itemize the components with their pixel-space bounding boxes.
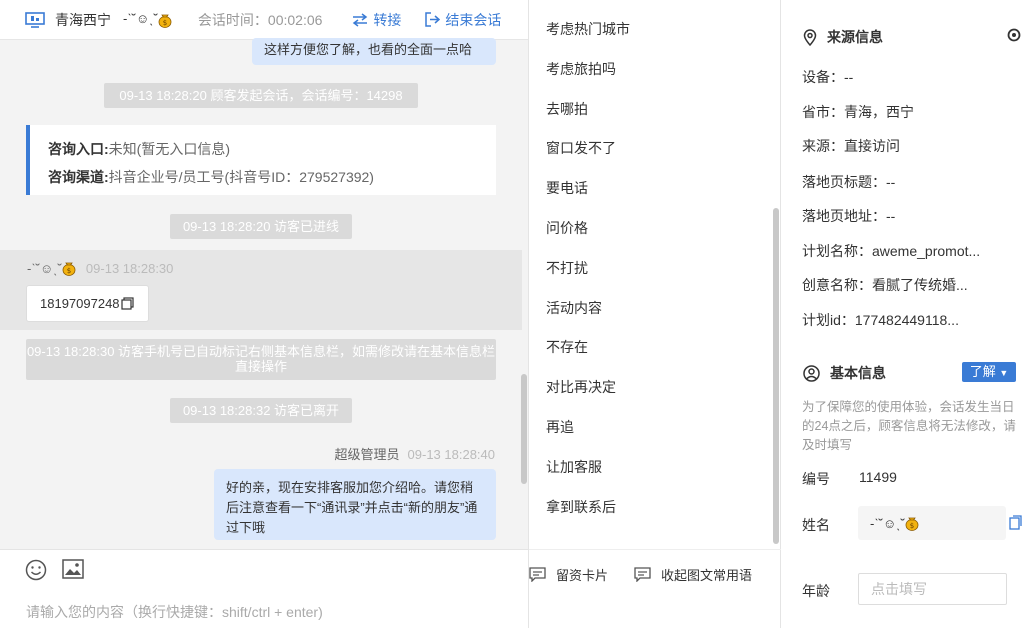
quick-reply-scrollbar[interactable] bbox=[773, 208, 779, 544]
entry-row: 咨询入口:未知(暂无入口信息) bbox=[48, 141, 230, 157]
exit-icon bbox=[425, 12, 441, 27]
quick-reply-item[interactable]: 去哪拍 bbox=[546, 90, 630, 130]
info-notice: 为了保障您的使用体验，会话发生当日的24点之后，顾客信息将无法修改，请及时填写 bbox=[802, 400, 1016, 452]
visitor-phone-message: 18197097248 bbox=[26, 285, 149, 322]
chat-scrollbar[interactable] bbox=[521, 374, 527, 484]
system-message: 09-13 18:28:20 访客已进线 bbox=[170, 214, 352, 239]
quick-reply-item[interactable]: 考虑旅拍吗 bbox=[546, 50, 630, 90]
collapse-phrases-button[interactable]: 收起图文常用语 bbox=[634, 565, 752, 584]
info-landing-url: 落地页地址：-- bbox=[802, 208, 896, 224]
transfer-icon bbox=[353, 12, 368, 27]
quick-reply-item[interactable]: 要电话 bbox=[546, 169, 630, 209]
quick-reply-item[interactable]: 让加客服 bbox=[546, 448, 630, 488]
chat-panel: 青海西宁 -ˋ˘☺ˎ˘ $ 会话时间：00:02:06 转接 结束会话 这样方便您… bbox=[0, 0, 529, 628]
emoji-icon[interactable] bbox=[25, 559, 47, 581]
age-label: 年龄 bbox=[802, 583, 830, 599]
quick-reply-item[interactable]: 活动内容 bbox=[546, 289, 630, 329]
name-label: 姓名 bbox=[802, 517, 830, 533]
info-province-city: 省市：青海，西宁 bbox=[802, 104, 914, 120]
money-bag-icon: $ bbox=[905, 517, 919, 531]
money-bag-icon: $ bbox=[158, 14, 172, 28]
system-message: 09-13 18:28:30 访客手机号已自动标记右侧基本信息栏，如需修改请在基… bbox=[26, 339, 496, 380]
number-value: 11499 bbox=[859, 469, 897, 485]
svg-text:$: $ bbox=[163, 19, 167, 27]
info-creative-name: 创意名称：看腻了传统婚... bbox=[802, 277, 968, 293]
quick-reply-item[interactable]: 拿到联系后 bbox=[546, 488, 630, 528]
channel-row: 咨询渠道:抖音企业号/员工号(抖音号ID：279527392) bbox=[48, 169, 374, 185]
info-source: 来源：直接访问 bbox=[802, 138, 900, 154]
source-info-title: 来源信息 bbox=[803, 27, 883, 47]
quick-reply-item[interactable]: 不打扰 bbox=[546, 249, 630, 289]
system-message: 09-13 18:28:20 顾客发起会话，会话编号：14298 bbox=[104, 83, 418, 108]
name-field[interactable]: -ˋ˘☺ˎ˘ $ bbox=[858, 506, 1006, 540]
age-input[interactable] bbox=[858, 573, 1007, 605]
learn-more-button[interactable]: 了解 ▼ bbox=[962, 362, 1016, 382]
caret-down-icon: ▼ bbox=[999, 368, 1009, 378]
agent-message-meta: 超级管理员 09-13 18:28:40 bbox=[334, 447, 495, 462]
info-plan-id: 计划id：177482449118... bbox=[802, 312, 959, 328]
info-landing-title: 落地页标题：-- bbox=[802, 174, 896, 190]
copy-icon[interactable] bbox=[120, 297, 134, 310]
image-icon[interactable] bbox=[62, 559, 84, 579]
visitor-name: -ˋ˘☺ˎ˘ $ bbox=[123, 11, 172, 28]
number-label: 编号 bbox=[802, 471, 830, 487]
chat-input-area: 请输入您的内容（换行快捷键：shift/ctrl + enter) bbox=[0, 549, 528, 628]
message-icon bbox=[634, 567, 651, 582]
basic-info-title: 基本信息 bbox=[803, 363, 886, 383]
customer-info-panel: 来源信息 设备：-- 省市：青海，西宁 来源：直接访问 落地页标题：-- 落地页… bbox=[781, 0, 1022, 628]
quick-reply-item[interactable]: 考虑热门城市 bbox=[546, 10, 630, 50]
quick-reply-panel: 考虑热门城市 考虑旅拍吗 去哪拍 窗口发不了 要电话 问价格 不打扰 活动内容 … bbox=[529, 0, 781, 628]
quick-reply-footer: 留资卡片 收起图文常用语 bbox=[529, 549, 781, 628]
monitor-icon bbox=[25, 11, 45, 28]
quick-reply-item[interactable]: 不存在 bbox=[546, 328, 630, 368]
visitor-region: 青海西宁 bbox=[55, 11, 111, 28]
consult-info-card: 咨询入口:未知(暂无入口信息) 咨询渠道:抖音企业号/员工号(抖音号ID：279… bbox=[26, 125, 496, 195]
copy-icon[interactable] bbox=[1009, 515, 1022, 530]
visitor-message-meta: -ˋ˘☺ˎ˘ $ 09-13 18:28:30 bbox=[27, 260, 174, 276]
settings-icon[interactable] bbox=[1006, 27, 1022, 43]
info-device: 设备：-- bbox=[802, 69, 854, 85]
message-input[interactable]: 请输入您的内容（换行快捷键：shift/ctrl + enter) bbox=[26, 602, 323, 622]
quick-reply-item[interactable]: 对比再决定 bbox=[546, 368, 630, 408]
agent-message-bubble: 这样方便您了解，也看的全面一点哈 bbox=[252, 38, 496, 65]
user-circle-icon bbox=[803, 364, 820, 382]
svg-text:$: $ bbox=[67, 267, 71, 275]
session-time: 会话时间：00:02:06 bbox=[197, 11, 323, 28]
svg-text:$: $ bbox=[910, 522, 914, 530]
end-session-button[interactable]: 结束会话 bbox=[425, 10, 501, 30]
quick-reply-item[interactable]: 问价格 bbox=[546, 209, 630, 249]
chat-header: 青海西宁 -ˋ˘☺ˎ˘ $ 会话时间：00:02:06 转接 结束会话 bbox=[0, 0, 528, 40]
card-icon bbox=[529, 567, 546, 582]
quick-reply-item[interactable]: 再追 bbox=[546, 408, 630, 448]
agent-message-bubble: 好的亲，现在安排客服加您介绍哈。请您稍后注意查看一下“通讯录”并点击“新的朋友”… bbox=[214, 469, 496, 540]
quick-reply-list: 考虑热门城市 考虑旅拍吗 去哪拍 窗口发不了 要电话 问价格 不打扰 活动内容 … bbox=[546, 10, 630, 527]
system-message: 09-13 18:28:32 访客已离开 bbox=[170, 398, 352, 423]
lead-card-button[interactable]: 留资卡片 bbox=[529, 565, 608, 584]
location-pin-icon bbox=[803, 28, 817, 46]
money-bag-icon: $ bbox=[62, 262, 76, 276]
quick-reply-item[interactable]: 窗口发不了 bbox=[546, 129, 630, 169]
transfer-button[interactable]: 转接 bbox=[352, 10, 401, 30]
info-plan-name: 计划名称：aweme_promot... bbox=[802, 243, 981, 259]
